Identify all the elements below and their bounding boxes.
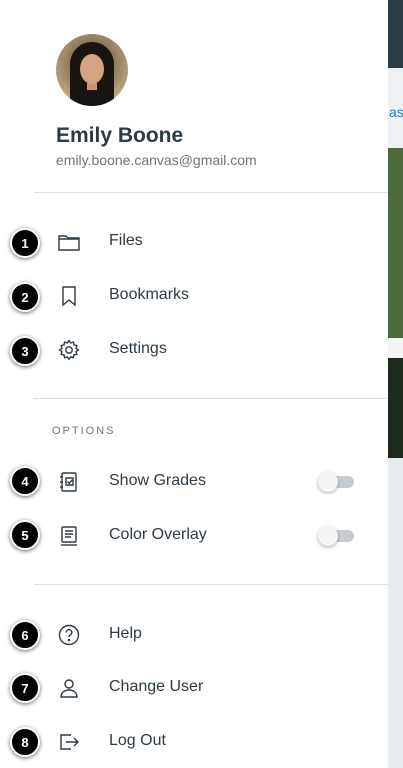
menu-item-help[interactable]: Help [9, 611, 388, 659]
menu-item-settings[interactable]: Settings [9, 326, 388, 374]
menu-item-change-user[interactable]: Change User [9, 664, 388, 712]
logout-icon [57, 730, 81, 754]
bookmark-icon [57, 284, 81, 308]
callout-badge: 2 [10, 282, 40, 312]
background-link-text: as [389, 104, 403, 120]
color-overlay-icon [57, 524, 81, 548]
menu-item-files[interactable]: Files [9, 218, 388, 266]
folder-icon [57, 230, 81, 254]
option-label: Show Grades [109, 472, 206, 489]
menu-item-label: Help [109, 625, 142, 642]
callout-badge: 5 [10, 520, 40, 550]
user-email: emily.boone.canvas@gmail.com [56, 152, 257, 168]
toggle-knob [318, 526, 338, 546]
background-panel-2 [388, 458, 403, 768]
change-user-icon [57, 676, 81, 700]
callout-badge: 1 [10, 228, 40, 258]
callout-badge: 7 [10, 673, 40, 703]
help-icon [57, 623, 81, 647]
menu-item-label: Bookmarks [109, 286, 190, 303]
menu-item-label: Change User [109, 678, 204, 695]
show-grades-toggle[interactable] [318, 472, 354, 492]
menu-item-log-out[interactable]: Log Out [9, 718, 388, 766]
divider [34, 398, 388, 399]
background-screen[interactable]: as [388, 0, 403, 768]
navigation-drawer: Emily Boone emily.boone.canvas@gmail.com… [9, 6, 388, 764]
callout-badge: 3 [10, 336, 40, 366]
callout-badge: 8 [10, 727, 40, 757]
user-name: Emily Boone [56, 124, 184, 147]
menu-item-label: Settings [109, 340, 167, 357]
background-header [388, 0, 403, 68]
option-color-overlay[interactable]: Color Overlay [9, 512, 388, 560]
background-image-2 [388, 358, 403, 458]
gear-icon [57, 338, 81, 362]
color-overlay-toggle[interactable] [318, 526, 354, 546]
toggle-knob [318, 472, 338, 492]
menu-item-bookmarks[interactable]: Bookmarks [9, 272, 388, 320]
grades-icon [57, 470, 81, 494]
menu-item-label: Files [109, 232, 143, 249]
option-show-grades[interactable]: Show Grades [9, 458, 388, 506]
divider [34, 584, 388, 585]
background-image [388, 148, 403, 338]
option-label: Color Overlay [109, 526, 207, 543]
menu-item-label: Log Out [109, 732, 166, 749]
callout-badge: 4 [10, 466, 40, 496]
callout-badge: 6 [10, 620, 40, 650]
section-label-options: OPTIONS [52, 425, 116, 437]
avatar[interactable] [56, 34, 128, 106]
background-gap [388, 338, 403, 358]
avatar-face [80, 54, 104, 84]
divider [34, 192, 388, 193]
